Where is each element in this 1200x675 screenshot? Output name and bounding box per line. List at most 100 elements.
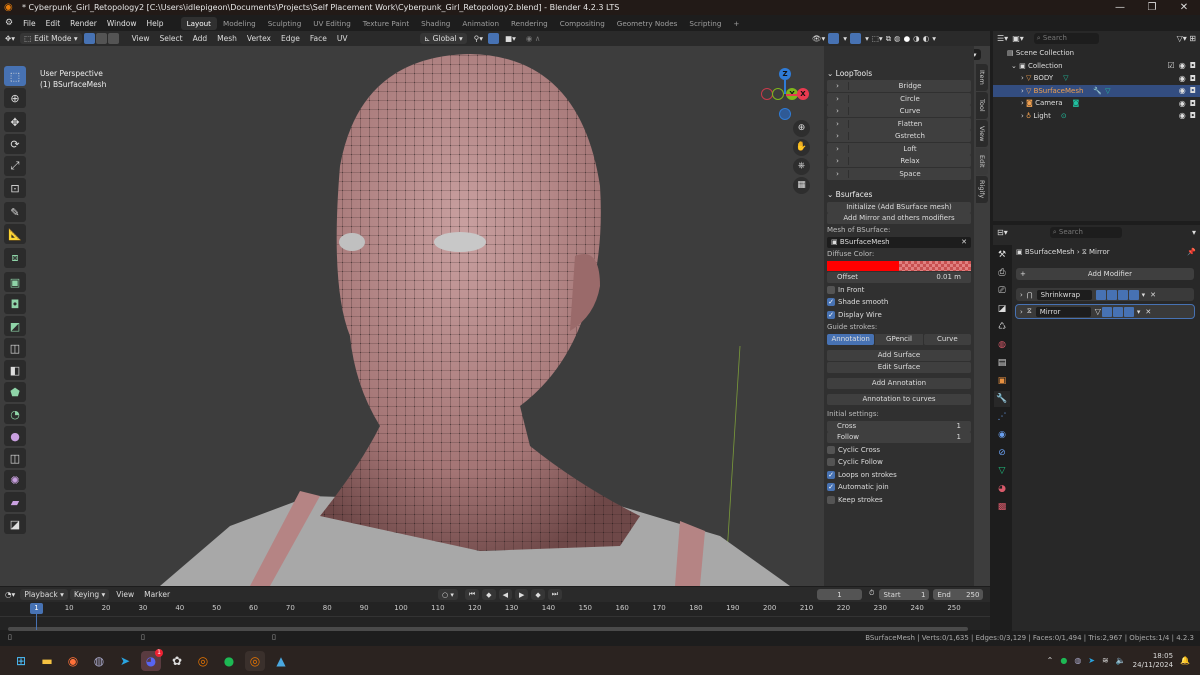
minimize-button[interactable]: — [1104, 0, 1136, 15]
offset-field[interactable]: Offset 0.01 m [827, 272, 971, 283]
view-layer-tab-icon[interactable]: ◪ [994, 301, 1010, 317]
shading-dropdown[interactable]: ▾ [932, 34, 936, 43]
add-mirror-modifiers-button[interactable]: Add Mirror and others modifiers [827, 213, 971, 224]
tab-compositing[interactable]: Compositing [554, 17, 611, 30]
keying-menu[interactable]: Keying ▾ [69, 589, 110, 600]
cross-field[interactable]: Cross 1 [827, 420, 971, 432]
cyclic-cross-checkbox[interactable]: Cyclic Cross [827, 444, 974, 457]
mode-select[interactable]: ⬚ Edit Mode ▾ [20, 33, 82, 44]
menu-view[interactable]: View [127, 34, 155, 43]
rotate-tool[interactable]: ⟳ [4, 134, 26, 154]
tab-sculpting[interactable]: Sculpting [262, 17, 308, 30]
gizmo-neg-y[interactable] [772, 88, 784, 100]
looptools-relax[interactable]: › Relax [827, 155, 971, 167]
file-explorer-icon[interactable]: ▬ [37, 651, 57, 671]
playhead[interactable]: 1 [30, 603, 43, 614]
properties-search-input[interactable]: ⌕ Search [1049, 226, 1122, 238]
menu-edge[interactable]: Edge [276, 34, 305, 43]
proportional-edit-icon[interactable]: ◉ ∧ [521, 34, 545, 43]
photos-icon[interactable]: ▲ [271, 651, 291, 671]
snap-toggle[interactable] [488, 33, 500, 44]
shading-rendered-icon[interactable]: ◐ [923, 34, 930, 43]
material-tab-icon[interactable]: ◕ [994, 481, 1010, 497]
play-button[interactable]: ▶ [514, 589, 529, 600]
shade-smooth-checkbox[interactable]: ✓ Shade smooth [827, 296, 974, 309]
move-tool[interactable]: ✥ [4, 112, 26, 132]
stopwatch-icon[interactable]: ⏱ [869, 589, 874, 600]
add-workspace-button[interactable]: + [727, 17, 745, 30]
menu-render[interactable]: Render [65, 19, 102, 28]
bsurfaces-header[interactable]: ⌄ Bsurfaces [824, 188, 974, 202]
editor-type-icon[interactable]: ✥▾ [0, 34, 20, 43]
modifier-mirror[interactable]: › ⧖ Mirror ▽ ▾ ✕ [1015, 304, 1195, 319]
tab-geometry-nodes[interactable]: Geometry Nodes [611, 17, 684, 30]
edge-select-button[interactable] [95, 33, 107, 44]
looptools-bridge[interactable]: › Bridge [827, 80, 971, 92]
looptools-flatten[interactable]: › Flatten [827, 117, 971, 130]
shading-wireframe-icon[interactable]: ◍ [894, 34, 901, 43]
menu-uv[interactable]: UV [332, 34, 353, 43]
render-tab-icon[interactable]: ⎙ [994, 265, 1010, 281]
tray-telegram-icon[interactable]: ➤ [1088, 656, 1095, 665]
chevron-right-icon[interactable]: › [1020, 291, 1023, 299]
edit-cage-toggle[interactable] [1095, 289, 1106, 300]
inset-tool[interactable]: ◘ [4, 294, 26, 314]
close-button[interactable]: ✕ [1168, 0, 1200, 15]
blender-icon[interactable]: ◎ [193, 651, 213, 671]
gizmo-neg-z[interactable] [779, 108, 791, 120]
jump-end-button[interactable]: ⏭ [547, 589, 563, 600]
annotate-tool[interactable]: ✎ [4, 202, 26, 222]
chatgpt-icon[interactable]: ✿ [167, 651, 187, 671]
next-keyframe-button[interactable]: ◆ [531, 589, 545, 600]
face-select-button[interactable] [107, 33, 119, 44]
camera-render-icon[interactable]: ◘ [1190, 86, 1196, 95]
mesh-of-bsurface-field[interactable]: ▣ BSurfaceMesh ✕ [827, 237, 971, 248]
zoom-view-button[interactable]: ⊕ [793, 120, 810, 137]
discord-icon[interactable]: ◕ 1 [141, 648, 163, 671]
transform-tool[interactable]: ⊡ [4, 178, 26, 198]
outliner-collection[interactable]: ⌄ ▣ Collection ☑ ◉ ◘ [993, 60, 1200, 73]
orientation-select[interactable]: ⊾ Global ▾ [420, 33, 467, 44]
chevron-down-icon[interactable]: ▾ [1142, 291, 1146, 299]
ortho-toggle-button[interactable]: ▦ [793, 177, 810, 194]
tab-uv-editing[interactable]: UV Editing [307, 17, 357, 30]
edit-surface-button[interactable]: Edit Surface [827, 361, 971, 373]
annotation-to-curves-button[interactable]: Annotation to curves [827, 393, 971, 405]
sidebar-tab-view[interactable]: View [976, 120, 988, 147]
scale-tool[interactable]: ⤢ [4, 156, 26, 176]
edge-slide-tool[interactable]: ◫ [4, 448, 26, 468]
eye-icon[interactable]: ◉ [1179, 86, 1186, 95]
display-mode-icon[interactable]: ☰▾ [997, 34, 1008, 43]
camera-render-icon[interactable]: ◘ [1190, 74, 1196, 83]
automatic-join-checkbox[interactable]: ✓ Automatic join [827, 481, 974, 494]
timeline-marker-menu[interactable]: Marker [139, 590, 175, 599]
menu-add[interactable]: Add [188, 34, 213, 43]
tab-scripting[interactable]: Scripting [683, 17, 727, 30]
start-frame-field[interactable]: Start 1 [879, 589, 930, 600]
pivot-icon[interactable]: ⚲▾ [469, 34, 488, 43]
add-annotation-button[interactable]: Add Annotation [827, 377, 971, 389]
collection-tab-icon[interactable]: ▤ [994, 355, 1010, 371]
tab-animation[interactable]: Animation [456, 17, 505, 30]
shear-tool[interactable]: ▰ [4, 492, 26, 512]
eye-icon[interactable]: ◉ [1179, 61, 1186, 70]
mesh-edit-overlay-icon[interactable]: ⬚▾ [872, 34, 883, 43]
loops-on-strokes-checkbox[interactable]: ✓ Loops on strokes [827, 469, 974, 482]
xray-toggle[interactable]: ⧉ [886, 34, 891, 44]
tab-curve[interactable]: Curve [923, 334, 971, 345]
sidebar-tab-item[interactable]: Item [976, 64, 988, 91]
blender-active-icon[interactable]: ◎ [245, 650, 265, 671]
camera-render-icon[interactable]: ◘ [1190, 99, 1196, 108]
outliner-search-input[interactable]: ⌕ Search [1033, 32, 1099, 44]
telegram-icon[interactable]: ➤ [115, 651, 135, 671]
rip-tool[interactable]: ◪ [4, 514, 26, 534]
pin-icon[interactable]: 📌 [1187, 248, 1196, 256]
shading-solid-icon[interactable]: ● [904, 34, 911, 43]
delete-modifier-icon[interactable]: ✕ [1145, 308, 1151, 316]
tab-modeling[interactable]: Modeling [217, 17, 262, 30]
current-frame-field[interactable]: 1 [817, 589, 862, 600]
outliner-item-camera[interactable]: › ◙ Camera ◙ ◉ ◘ [993, 97, 1200, 110]
modifier-tab-icon[interactable]: 🔧 [994, 391, 1010, 407]
tray-spotify-icon[interactable]: ● [1060, 656, 1067, 665]
menu-vertex[interactable]: Vertex [242, 34, 276, 43]
